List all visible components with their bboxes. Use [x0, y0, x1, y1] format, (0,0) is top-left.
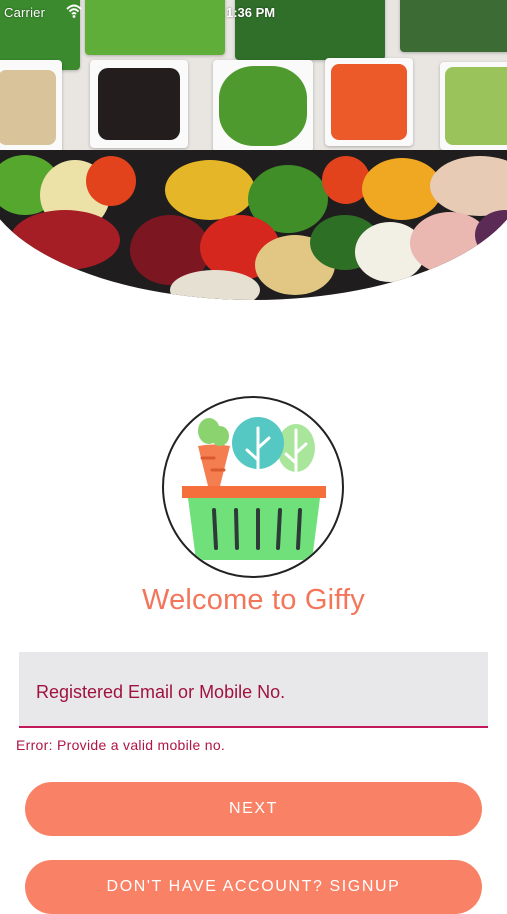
hero-vegetable-image	[0, 0, 507, 300]
wifi-icon	[66, 3, 82, 22]
status-time: 1:36 PM	[226, 5, 276, 20]
welcome-title: Welcome to Giffy	[142, 584, 365, 616]
validation-error-text: Error: Provide a valid mobile no.	[16, 737, 226, 753]
email-or-mobile-input[interactable]	[34, 676, 478, 708]
login-field-container	[19, 652, 488, 728]
app-logo	[162, 396, 344, 578]
next-button[interactable]: NEXT	[25, 782, 482, 836]
vegetable-basket-icon	[182, 417, 326, 560]
carrier-label: Carrier	[4, 5, 46, 20]
status-bar: Carrier 1:36 PM	[0, 0, 507, 26]
signup-button[interactable]: DON'T HAVE ACCOUNT? SIGNUP	[25, 860, 482, 914]
